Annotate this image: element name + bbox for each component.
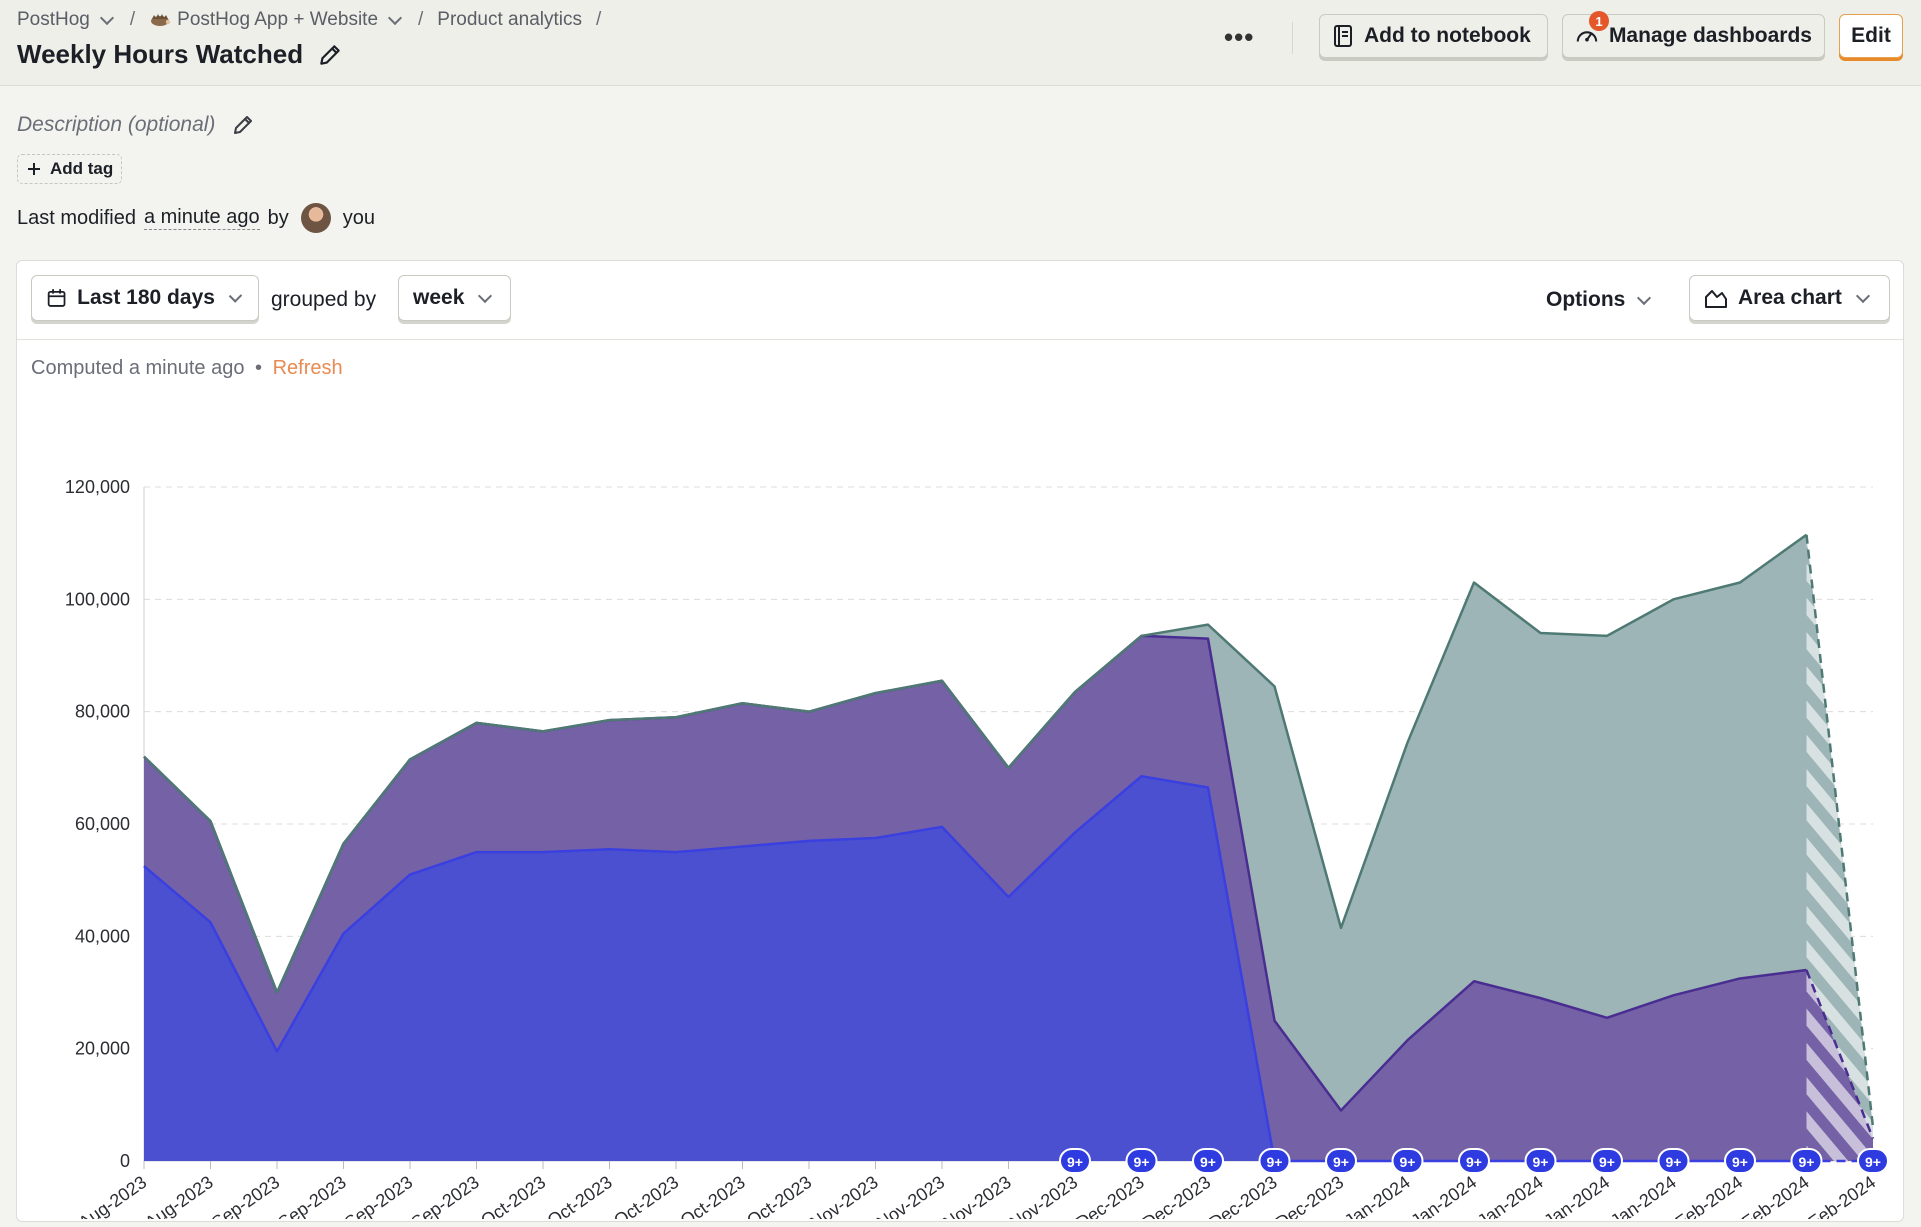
- annotation-badge-label: 9+: [1134, 1154, 1150, 1170]
- computed-status: Computed a minute ago • Refresh: [31, 357, 343, 379]
- annotation-badge[interactable]: 9+: [1857, 1148, 1889, 1174]
- annotation-badge[interactable]: 9+: [1391, 1148, 1424, 1174]
- add-tag-button[interactable]: Add tag: [17, 154, 123, 184]
- divider: [1292, 22, 1293, 54]
- annotation-badge[interactable]: 9+: [1657, 1148, 1690, 1174]
- page-title[interactable]: Weekly Hours Watched: [17, 39, 303, 70]
- add-to-notebook-button[interactable]: Add to notebook: [1319, 14, 1548, 58]
- manage-dashboards-button[interactable]: 1 Manage dashboards: [1562, 11, 1825, 58]
- annotation-badge-label: 9+: [1333, 1154, 1349, 1170]
- options-dropdown[interactable]: Options: [1546, 288, 1653, 312]
- breadcrumb: PostHog / PostHog App + Website / Produc…: [17, 9, 607, 31]
- description-row: Description (optional): [17, 113, 255, 137]
- plus-icon: [28, 163, 40, 175]
- chevron-down-icon: [1637, 290, 1652, 306]
- insight-card: Last 180 days grouped by week Options Ar…: [16, 260, 1904, 1227]
- refresh-link[interactable]: Refresh: [273, 357, 343, 379]
- breadcrumb-separator: /: [129, 9, 136, 30]
- annotation-badge-label: 9+: [1799, 1154, 1815, 1170]
- annotation-badge[interactable]: 9+: [1125, 1148, 1158, 1174]
- chevron-down-icon: [387, 10, 403, 26]
- chevron-down-icon: [478, 288, 493, 304]
- y-tick-label: 100,000: [65, 589, 130, 609]
- x-tick-label: 9-Oct-2023: [531, 1172, 616, 1219]
- breadcrumb-separator: /: [595, 9, 602, 30]
- notification-badge: 1: [1589, 11, 1609, 31]
- y-tick-label: 60,000: [75, 814, 130, 834]
- interval-dropdown[interactable]: week: [398, 275, 511, 321]
- annotation-badge-label: 9+: [1865, 1154, 1881, 1170]
- area-chart-icon: [1705, 290, 1727, 308]
- annotation-badge[interactable]: 9+: [1458, 1148, 1490, 1174]
- modified-user: you: [342, 206, 375, 229]
- edit-button[interactable]: Edit: [1839, 14, 1903, 58]
- x-tick-label: 21-Aug-2023: [54, 1172, 151, 1219]
- chevron-down-icon: [228, 289, 243, 303]
- chevron-down-icon: [99, 10, 114, 26]
- description-field[interactable]: Description (optional): [17, 113, 215, 137]
- annotation-badge-label: 9+: [1533, 1154, 1549, 1170]
- pencil-icon[interactable]: [231, 113, 255, 137]
- breadcrumb-separator: /: [418, 9, 424, 30]
- insight-toolbar: Last 180 days grouped by week Options Ar…: [17, 261, 1903, 340]
- y-tick-label: 80,000: [75, 702, 130, 722]
- chevron-down-icon: [1855, 288, 1870, 304]
- date-range-dropdown[interactable]: Last 180 days: [31, 275, 259, 321]
- last-modified: Last modified a minute ago by you: [17, 203, 375, 233]
- annotation-badge-label: 9+: [1666, 1154, 1682, 1170]
- annotation-badge-label: 9+: [1067, 1154, 1083, 1170]
- pencil-icon[interactable]: [317, 42, 343, 68]
- breadcrumb-section[interactable]: Product analytics: [437, 9, 582, 31]
- annotation-badge[interactable]: 9+: [1325, 1148, 1357, 1174]
- avatar: [300, 203, 331, 233]
- y-tick-label: 0: [120, 1151, 130, 1171]
- annotation-badge-label: 9+: [1200, 1154, 1216, 1170]
- breadcrumb-org[interactable]: PostHog: [17, 9, 116, 31]
- more-options-button[interactable]: •••: [1224, 22, 1254, 53]
- chart-type-dropdown[interactable]: Area chart: [1689, 275, 1890, 321]
- y-tick-label: 20,000: [75, 1039, 130, 1059]
- hedgehog-icon: [151, 14, 171, 26]
- annotation-badge-label: 9+: [1400, 1154, 1416, 1170]
- y-tick-label: 120,000: [65, 477, 130, 497]
- annotation-badge[interactable]: 9+: [1790, 1148, 1823, 1174]
- annotation-badge-label: 9+: [1732, 1154, 1748, 1170]
- calendar-icon: [47, 289, 66, 307]
- notebook-icon: [1334, 25, 1352, 47]
- top-bar: PostHog / PostHog App + Website / Produc…: [0, 0, 1921, 86]
- annotation-badge-label: 9+: [1267, 1154, 1283, 1170]
- annotation-badge[interactable]: 9+: [1524, 1148, 1557, 1174]
- insight-title-row: Weekly Hours Watched: [17, 39, 343, 70]
- annotation-badge[interactable]: 9+: [1059, 1148, 1091, 1174]
- annotation-badge-label: 9+: [1466, 1154, 1482, 1170]
- x-tick-label: 2-Oct-2023: [464, 1172, 549, 1219]
- annotation-badge[interactable]: 9+: [1591, 1148, 1623, 1174]
- chart-container: 0 20,000 40,000 60,000 80,000 100,000 120,000 …: [17, 399, 1903, 1227]
- grouped-by-label: grouped by: [271, 288, 377, 311]
- modified-time: a minute ago: [143, 206, 260, 230]
- annotation-badge-label: 9+: [1599, 1154, 1615, 1170]
- annotation-badge[interactable]: 9+: [1192, 1148, 1224, 1174]
- y-tick-label: 40,000: [75, 926, 130, 946]
- annotation-badge[interactable]: 9+: [1258, 1148, 1291, 1174]
- breadcrumb-project[interactable]: PostHog App + Website: [149, 9, 404, 31]
- annotation-badge[interactable]: 9+: [1724, 1148, 1756, 1174]
- area-chart[interactable]: 020,00040,00060,00080,000100,000120,000 …: [17, 399, 1903, 1227]
